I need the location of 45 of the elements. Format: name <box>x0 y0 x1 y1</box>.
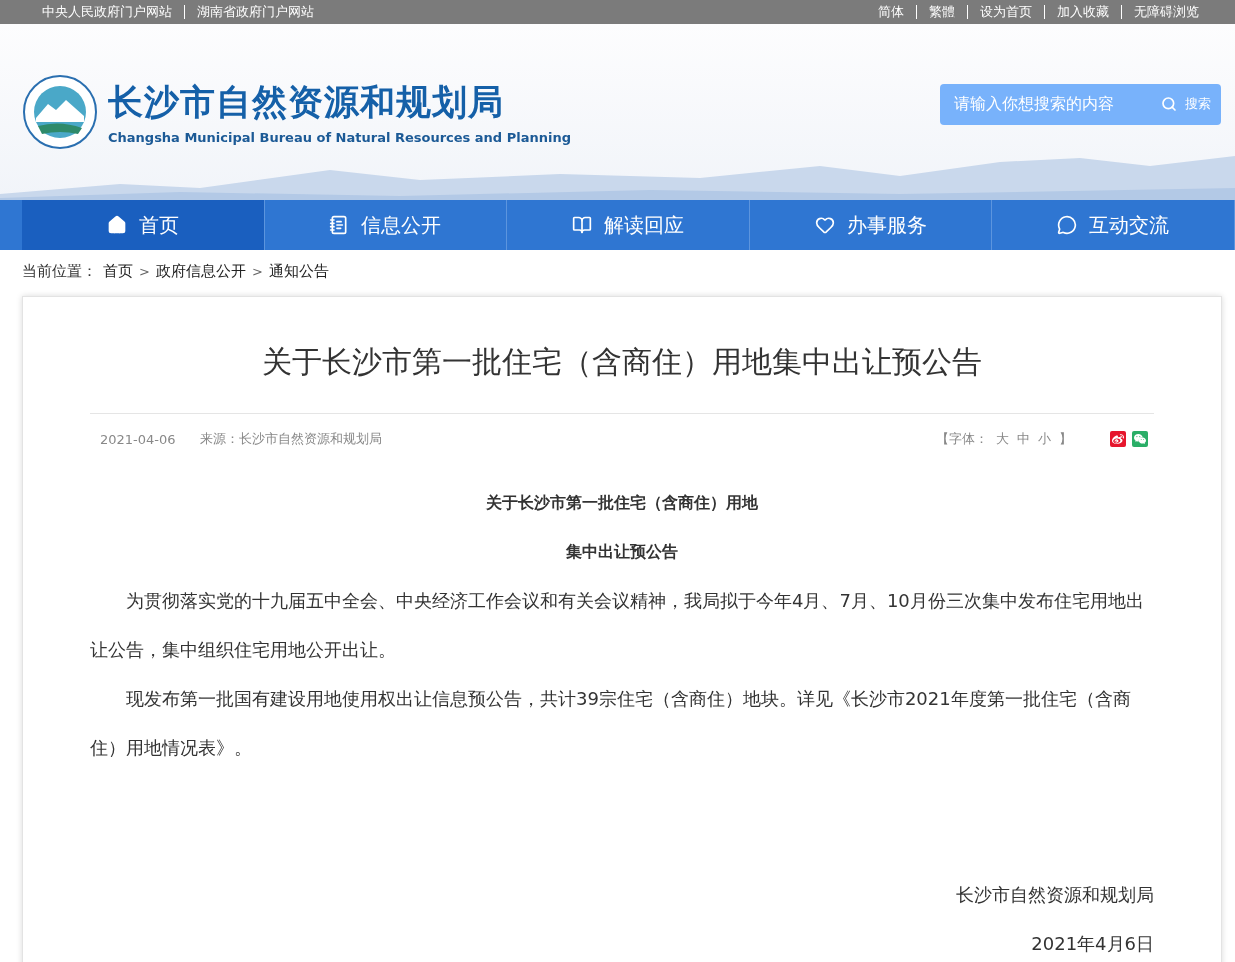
nav-tab[interactable]: 办事服务 <box>749 200 993 250</box>
article-title: 关于长沙市第一批住宅（含商住）用地集中出让预公告 <box>90 297 1154 414</box>
search-field[interactable]: 请输入你想搜索的内容 搜索 <box>940 83 1221 125</box>
body-paragraph: 现发布第一批国有建设用地使用权出让信息预公告，共计39宗住宅（含商住）地块。详见《长沙市2021年度第一批住宅（含商住）用地情况表》。 <box>90 687 1132 760</box>
nav-tab[interactable]: 互动交流 <box>992 200 1235 250</box>
notebook-icon <box>329 215 350 235</box>
notice-heading: 集中出让预公告 <box>565 541 679 563</box>
top-link[interactable]: 湖南省政府门户网站 <box>184 5 326 19</box>
font-size-bracket: 】 <box>1059 430 1072 448</box>
breadcrumb-separator: > <box>139 263 150 279</box>
article-source: 来源：长沙市自然资源和规划局 <box>199 430 382 448</box>
body-paragraph: 为贯彻落实党的十九届五中全会、中央经济工作会议和有关会议精神，我局拟于今年4月、7月、10月份三次集中发布住宅用地出让公告，集中组织住宅用地公开出让。 <box>90 589 1145 662</box>
top-link[interactable]: 繁體 <box>916 5 967 19</box>
open-book-icon <box>572 215 592 235</box>
nav-tab[interactable]: 解读回应 <box>507 200 750 250</box>
chat-icon <box>1057 215 1078 235</box>
font-size-option[interactable]: 大 <box>996 430 1009 448</box>
logo-icon <box>22 74 98 150</box>
breadcrumb-label: 当前位置： <box>22 261 97 281</box>
search-icon <box>1161 96 1177 112</box>
signature: 长沙市自然资源和规划局 <box>955 883 1154 907</box>
top-link[interactable]: 加入收藏 <box>1044 5 1121 19</box>
publish-date: 2021-04-06 <box>100 431 176 447</box>
top-link[interactable]: 中央人民政府门户网站 <box>30 5 184 19</box>
breadcrumb-separator: > <box>251 263 263 279</box>
notice-heading: 关于长沙市第一批住宅（含商住）用地 <box>485 492 759 514</box>
site-title: 长沙市自然资源和规划局 <box>108 81 505 124</box>
breadcrumb-link[interactable]: 通知公告 <box>268 261 329 281</box>
top-link[interactable]: 简体 <box>866 5 916 19</box>
nav-tab[interactable]: 首页 <box>22 200 265 250</box>
font-size-label: 【字体： <box>936 430 988 448</box>
signed-date: 2021年4月6日 <box>1030 932 1154 956</box>
weibo-share-icon[interactable] <box>1110 431 1126 447</box>
font-size-option[interactable]: 中 <box>1017 430 1030 448</box>
site-subtitle: Changsha Municipal Bureau of Natural Resources and Planning <box>108 130 571 145</box>
wechat-share-icon[interactable] <box>1132 431 1148 447</box>
top-link[interactable]: 设为首页 <box>967 5 1044 19</box>
home-icon <box>106 215 127 235</box>
nav-tab[interactable]: 信息公开 <box>264 200 508 250</box>
font-size-option[interactable]: 小 <box>1038 430 1051 448</box>
breadcrumb-link[interactable]: 首页 <box>103 261 133 281</box>
search-button[interactable]: 搜索 <box>1161 95 1211 113</box>
breadcrumb-link[interactable]: 政府信息公开 <box>155 261 246 281</box>
heart-icon <box>814 215 835 235</box>
top-link[interactable]: 无障碍浏览 <box>1121 5 1211 19</box>
